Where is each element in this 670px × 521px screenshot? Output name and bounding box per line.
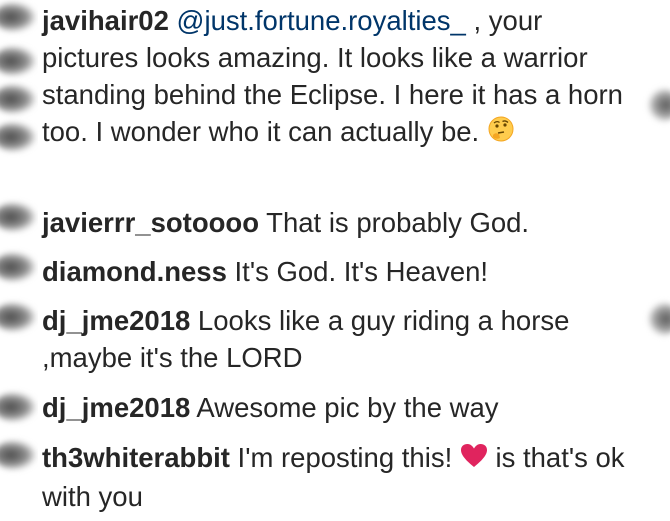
reply-heart-blur [648,302,670,336]
avatar-blur [0,440,36,470]
comment-text: That is probably God. [259,207,530,238]
blurred-avatars-column [0,0,38,521]
comment: javihair02 @just.fortune.royalties_ , yo… [42,2,642,152]
comment-username[interactable]: dj_jme2018 [42,305,190,336]
avatar-blur [0,392,36,422]
avatar-blur [0,2,36,32]
comment: dj_jme2018 Looks like a guy riding a hor… [42,302,642,376]
comment-mention[interactable]: @just.fortune.royalties_ [177,5,466,36]
comment: javierrr_sotoooo That is probably God. [42,204,642,241]
comment-username[interactable]: diamond.ness [42,256,227,287]
comment: diamond.ness It's God. It's Heaven! [42,253,642,290]
reply-heart-blur [648,88,670,122]
comment: dj_jme2018 Awesome pic by the way [42,389,642,426]
comment-text: Awesome pic by the way [190,392,499,423]
comment-username[interactable]: dj_jme2018 [42,392,190,423]
avatar-blur [0,46,36,76]
comment-username[interactable]: th3whiterabbit [42,442,230,473]
comment: th3whiterabbit I'm reposting this! is th… [42,439,642,515]
avatar-blur [0,202,36,232]
red-heart-icon [460,441,488,478]
avatar-blur [0,122,36,152]
comment-text: It's God. It's Heaven! [226,256,489,287]
avatar-blur [0,252,36,282]
avatar-blur [0,302,36,332]
thinking-face-icon [487,115,515,152]
comment-username[interactable]: javierrr_sotoooo [42,207,259,238]
avatar-blur [0,84,36,114]
comment-username[interactable]: javihair02 [42,5,169,36]
comment-text: I'm reposting this! [229,442,460,473]
